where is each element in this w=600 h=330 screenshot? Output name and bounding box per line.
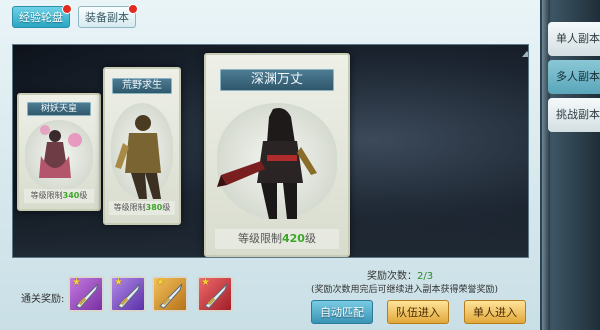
side-tab-label: 挑战副本 [556,108,600,121]
reward-item-4[interactable]: ★ [197,276,233,312]
side-tab-label: 单人副本 [556,32,600,45]
dungeon-card-abyss[interactable]: 深渊万丈 等级限制420级 [204,53,350,257]
level-prefix: 等级限制 [30,191,63,201]
level-number: 380 [145,203,163,213]
notification-dot-icon [62,4,72,14]
dungeon-card-title: 深渊万丈 [220,69,334,91]
dungeon-card-wilderness[interactable]: 荒野求生 等级限制380级 [103,67,181,225]
boss-portrait [217,103,337,219]
dungeon-card-level: 等级限制380级 [109,201,175,216]
dungeon-card-title: 树妖天皇 [27,101,91,116]
dungeon-card-level: 等级限制340级 [23,189,95,204]
dungeon-card-tree-demon[interactable]: 树妖天皇 等级限制340级 [17,93,101,211]
level-number: 340 [62,191,80,201]
side-tab-multi-dungeon[interactable]: 多人副本 [548,60,600,94]
reward-hint: (奖励次数用完后可继续进入副本获得荣誉奖励) [311,285,499,295]
level-prefix: 等级限制 [238,232,282,245]
solo-enter-button[interactable]: 单人进入 [464,300,526,324]
sword-icon [159,283,183,309]
sword-icon [75,283,99,309]
reward-item-1[interactable]: ★ [68,276,104,312]
reward-item-3[interactable]: ★ [152,276,188,312]
reward-count-value: 2/3 [417,271,434,282]
side-tab-solo-dungeon[interactable]: 单人副本 [548,22,600,56]
rewards-label: 通关奖励: [21,294,65,305]
reward-count-label: 奖励次数： [367,271,417,282]
tab-exp-wheel-label: 经验轮盘 [19,11,63,24]
scroll-up-arrow-icon[interactable] [522,51,528,57]
auto-match-button[interactable]: 自动匹配 [311,300,373,324]
dungeon-card-level: 等级限制420级 [214,229,340,249]
tab-equip-dungeon-label: 装备副本 [85,11,129,24]
team-enter-button[interactable]: 队伍进入 [387,300,449,324]
level-number: 420 [282,232,305,245]
dungeon-card-title: 荒野求生 [112,78,172,95]
reward-count: 奖励次数：2/3 [367,267,433,282]
side-tab-label: 多人副本 [556,70,600,83]
level-suffix: 级 [79,191,88,201]
level-suffix: 级 [304,232,316,245]
boss-portrait [110,102,174,199]
side-tab-challenge-dungeon[interactable]: 挑战副本 [548,98,600,132]
boss-portrait [25,120,93,191]
sword-icon [204,283,228,309]
dungeon-window: 经验轮盘 装备副本 单人副本 多人副本 挑战副本 树妖天皇 等级限制340级 荒… [0,0,600,330]
reward-item-2[interactable]: ★ [110,276,146,312]
sword-icon [117,283,141,309]
tab-equip-dungeon[interactable]: 装备副本 [78,4,138,28]
dungeon-carousel: 树妖天皇 等级限制340级 荒野求生 等级限制380级 深渊万丈 等级限制420… [12,44,529,258]
level-suffix: 级 [162,203,171,213]
tab-exp-wheel[interactable]: 经验轮盘 [12,4,72,28]
notification-dot-icon [128,4,138,14]
level-prefix: 等级限制 [113,203,146,213]
